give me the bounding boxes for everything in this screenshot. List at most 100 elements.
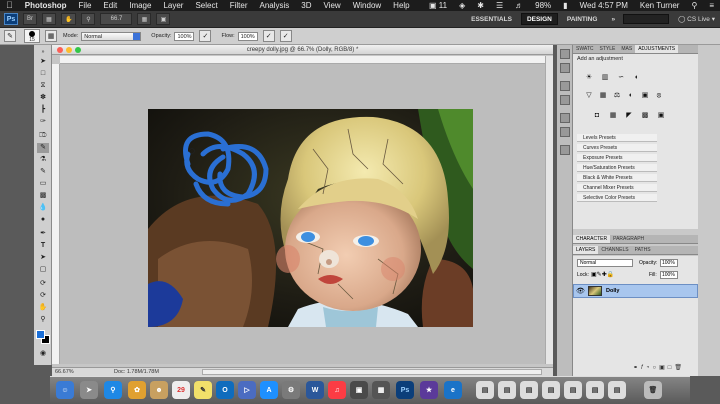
- doc-stack-4-icon[interactable]: ▤: [564, 381, 582, 399]
- vertical-ruler[interactable]: [52, 64, 60, 364]
- keynote-icon[interactable]: ▷: [238, 381, 256, 399]
- doc-stack-6-icon[interactable]: ▤: [608, 381, 626, 399]
- actions-panel-icon[interactable]: [560, 63, 570, 73]
- preview-icon[interactable]: ▣: [350, 381, 368, 399]
- screen-mode-button[interactable]: ▣: [156, 13, 171, 25]
- tab-channels[interactable]: CHANNELS: [598, 246, 631, 254]
- black-white-icon[interactable]: ◐: [627, 92, 635, 100]
- workspace-essentials[interactable]: ESSENTIALS: [466, 13, 517, 25]
- invert-icon[interactable]: ◘: [593, 112, 601, 120]
- airbrush-icon[interactable]: ✓: [262, 30, 275, 42]
- canvas-area[interactable]: [60, 64, 545, 364]
- lasso-tool-icon[interactable]: ⧖: [37, 81, 49, 91]
- menu-layer[interactable]: Layer: [157, 0, 189, 11]
- photo-filter-icon[interactable]: ▣: [641, 92, 649, 100]
- minibridge-button[interactable]: ▦: [42, 13, 56, 25]
- edge-icon[interactable]: e: [444, 381, 462, 399]
- minimize-window-icon[interactable]: [66, 47, 72, 53]
- menu-image[interactable]: Image: [123, 0, 157, 11]
- tab-swatches[interactable]: SWATC: [573, 45, 597, 53]
- hand-tool-icon[interactable]: ✋: [37, 303, 49, 313]
- foreground-color-swatch[interactable]: [36, 330, 45, 339]
- eyedropper-tool-icon[interactable]: ✑: [37, 117, 49, 127]
- type-tool-icon[interactable]: T: [37, 241, 49, 251]
- preset-channel-mixer[interactable]: Channel Mixer Presets: [577, 184, 657, 192]
- gradient-map-icon[interactable]: ▩: [641, 112, 649, 120]
- horizontal-ruler[interactable]: [60, 56, 545, 64]
- layer-footer-icons[interactable]: ⚭𝑓◔○▣□🗑: [633, 364, 685, 372]
- layer-opacity-input[interactable]: 100%: [660, 259, 678, 267]
- move-tool-icon[interactable]: ➤: [37, 57, 49, 67]
- workspace-painting[interactable]: PAINTING: [562, 13, 603, 25]
- bridge-button[interactable]: Br: [23, 13, 37, 25]
- finder-icon[interactable]: ☺: [56, 381, 74, 399]
- brush-panel-icon[interactable]: [560, 81, 570, 91]
- hue-saturation-icon[interactable]: ▦: [599, 92, 607, 100]
- safari-icon[interactable]: ⚲: [104, 381, 122, 399]
- menu-help[interactable]: Help: [387, 0, 415, 11]
- preset-exposure[interactable]: Exposure Presets: [577, 154, 657, 162]
- hand-tool-button[interactable]: ✋: [61, 13, 77, 25]
- size-pressure-icon[interactable]: ✓: [279, 30, 292, 42]
- layer-visibility-eye-icon[interactable]: 👁: [576, 287, 585, 295]
- shape-tool-icon[interactable]: ▢: [37, 265, 49, 275]
- history-panel-icon[interactable]: [560, 49, 570, 59]
- workspace-more-icon[interactable]: »: [606, 13, 620, 25]
- brush-preset-icon[interactable]: ✎: [4, 30, 16, 42]
- 3d-rotate-tool-icon[interactable]: ⟳: [37, 279, 49, 289]
- clock[interactable]: Wed 4:57 PM: [574, 0, 634, 11]
- marquee-tool-icon[interactable]: □: [37, 69, 49, 79]
- spotlight-icon[interactable]: ⚲: [685, 0, 703, 11]
- contacts-icon[interactable]: ☻: [150, 381, 168, 399]
- info-panel-icon[interactable]: [560, 127, 570, 137]
- curves-icon[interactable]: ∽: [617, 74, 625, 82]
- zoom-status[interactable]: 66.67%: [55, 369, 74, 375]
- brush-size-picker[interactable]: 15: [24, 29, 40, 43]
- menu-filter[interactable]: Filter: [224, 0, 254, 11]
- selective-color-icon[interactable]: ▣: [657, 112, 665, 120]
- tab-adjustments[interactable]: ADJUSTMENTS: [635, 45, 679, 53]
- system-preferences-icon[interactable]: ⚙: [282, 381, 300, 399]
- app-store-icon[interactable]: A: [260, 381, 278, 399]
- zoom-level-select[interactable]: 66.7: [100, 13, 133, 25]
- exposure-icon[interactable]: ◐: [633, 74, 641, 82]
- trash-icon[interactable]: 🗑: [644, 381, 662, 399]
- layer-row-dolly[interactable]: 👁 Dolly: [573, 284, 698, 298]
- mode-select[interactable]: Normal: [81, 31, 142, 41]
- preset-curves[interactable]: Curves Presets: [577, 144, 657, 152]
- close-window-icon[interactable]: [57, 47, 63, 53]
- notes-icon[interactable]: ✎: [194, 381, 212, 399]
- threshold-icon[interactable]: ◤: [625, 112, 633, 120]
- color-balance-icon[interactable]: ⚖: [613, 92, 621, 100]
- menu-3d[interactable]: 3D: [295, 0, 317, 11]
- notification-icon[interactable]: ≡: [703, 0, 720, 11]
- layer-name[interactable]: Dolly: [606, 288, 619, 294]
- workspace-design[interactable]: DESIGN: [520, 13, 558, 25]
- wifi-icon[interactable]: ☰: [490, 0, 509, 11]
- blur-tool-icon[interactable]: 💧: [37, 203, 49, 213]
- channel-mixer-icon[interactable]: ⦻: [655, 92, 663, 100]
- photos-icon[interactable]: ✿: [128, 381, 146, 399]
- tools-collapse-icon[interactable]: »: [37, 47, 49, 57]
- launchpad-icon[interactable]: ➤: [80, 381, 98, 399]
- horizontal-scrollbar[interactable]: [202, 369, 542, 375]
- path-selection-tool-icon[interactable]: ➤: [37, 253, 49, 263]
- preset-selective-color[interactable]: Selective Color Presets: [577, 194, 657, 202]
- doc-stack-2-icon[interactable]: ▤: [520, 381, 538, 399]
- zoom-tool-icon[interactable]: ⚲: [37, 315, 49, 325]
- dodge-tool-icon[interactable]: ●: [37, 215, 49, 225]
- tab-character[interactable]: CHARACTER: [573, 235, 611, 243]
- levels-icon[interactable]: ▥: [601, 74, 609, 82]
- app-menu[interactable]: Photoshop: [19, 0, 73, 11]
- preset-levels[interactable]: Levels Presets: [577, 134, 657, 142]
- doc-stack-5-icon[interactable]: ▤: [586, 381, 604, 399]
- history-brush-tool-icon[interactable]: ✎: [37, 167, 49, 177]
- healing-brush-tool-icon[interactable]: ⎄: [37, 131, 49, 141]
- tab-styles[interactable]: STYLE: [597, 45, 619, 53]
- dropbox-icon[interactable]: ◈: [453, 0, 471, 11]
- preset-black-white[interactable]: Black & White Presets: [577, 174, 657, 182]
- brush-panel-toggle-icon[interactable]: ▦: [45, 30, 57, 42]
- quick-mask-icon[interactable]: ◉: [37, 349, 49, 359]
- photoshop-dock-icon[interactable]: Ps: [396, 381, 414, 399]
- search-input[interactable]: [623, 14, 670, 24]
